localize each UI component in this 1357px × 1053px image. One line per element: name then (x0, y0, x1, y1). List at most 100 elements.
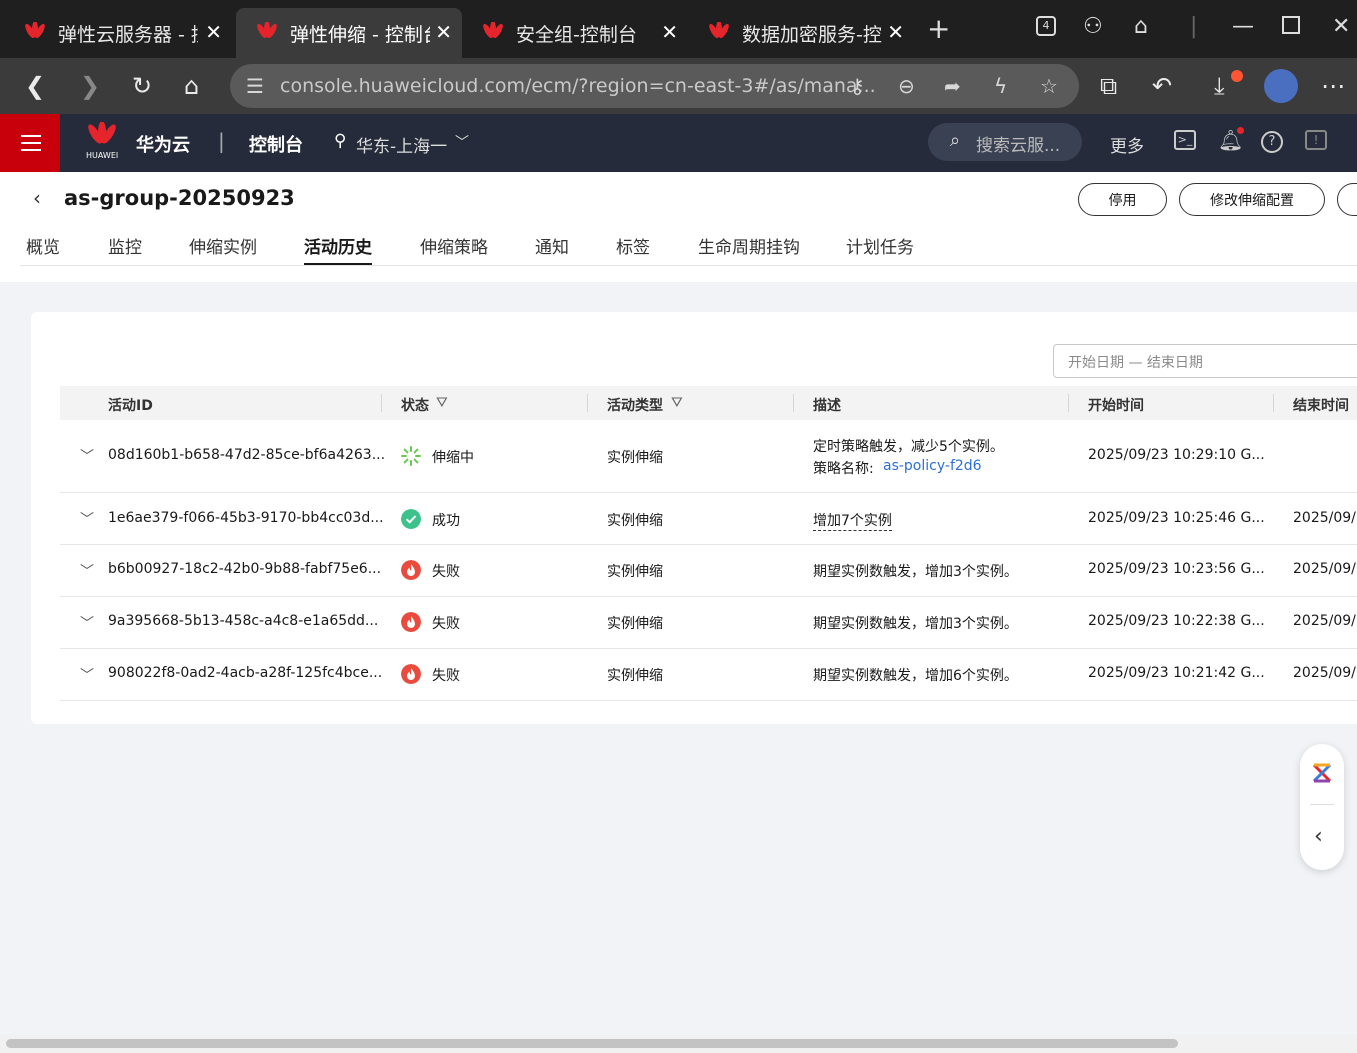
tab-monitor[interactable]: 监控 (108, 233, 142, 258)
favorite-star-icon[interactable]: ☆ (1040, 74, 1058, 98)
window-close-button[interactable]: ✕ (1332, 14, 1350, 39)
column-divider (793, 394, 794, 412)
url-field[interactable]: ☰ console.huaweicloud.com/ecm/?region=cn… (230, 64, 1079, 108)
policy-name-link[interactable]: as-policy-f2d6 (883, 458, 982, 474)
service-menu-button[interactable] (0, 114, 60, 172)
lightning-icon[interactable]: ϟ (994, 74, 1007, 98)
column-divider (381, 394, 382, 412)
reload-icon[interactable]: ↻ (132, 72, 152, 100)
start-time: 2025/09/23 10:22:38 G... (1088, 613, 1265, 629)
home-icon[interactable]: ⌂ (184, 72, 199, 100)
floating-assistant-panel: ‹ (1300, 744, 1344, 870)
start-time: 2025/09/23 10:23:56 G... (1088, 561, 1265, 577)
horizontal-scrollbar[interactable] (0, 1035, 1357, 1053)
status-text: 成功 (432, 513, 460, 529)
tab-tags[interactable]: 标签 (616, 233, 650, 258)
description[interactable]: 增加7个实例 (813, 510, 892, 531)
download-badge (1231, 70, 1243, 82)
help-icon[interactable]: ? (1261, 131, 1283, 153)
table-row[interactable]: ﹀ b6b00927-18c2-42b0-9b88-fabf75e6... 失败… (60, 545, 1357, 597)
maximize-button[interactable] (1282, 16, 1300, 34)
table-row[interactable]: ﹀ 08d160b1-b658-47d2-85ce-bf6a4263... 伸缩… (60, 420, 1357, 493)
scrollbar-thumb[interactable] (6, 1039, 1178, 1048)
modify-config-button[interactable]: 修改伸缩配置 (1179, 183, 1325, 216)
table-row[interactable]: ﹀ 908022f8-0ad2-4acb-a28f-125fc4bce... 失… (60, 649, 1357, 701)
tab-actions-button[interactable]: 4 (1036, 16, 1056, 36)
tab-lifecycle-hooks[interactable]: 生命周期挂钩 (698, 233, 800, 258)
console-search-input[interactable]: ⌕ 搜索云服... (928, 123, 1082, 161)
description: 期望实例数触发，增加6个实例。 (813, 668, 1018, 684)
column-header-description: 描述 (813, 398, 841, 414)
expand-chevron-icon[interactable]: ﹀ (80, 613, 94, 633)
filter-icon[interactable]: ⛛ (436, 395, 448, 411)
date-range-picker[interactable]: 开始日期 — 结束日期 (1053, 344, 1357, 378)
column-divider (1273, 394, 1274, 412)
key-icon[interactable]: ⚷ (850, 74, 865, 98)
more-actions-button[interactable] (1337, 183, 1357, 216)
tab-overview[interactable]: 概览 (26, 233, 60, 258)
collapse-chevron-icon[interactable]: ‹ (1314, 824, 1323, 849)
download-icon[interactable]: ⤓ (1214, 72, 1225, 100)
tab-activity-history[interactable]: 活动历史 (304, 233, 372, 258)
minimize-button[interactable]: — (1232, 14, 1254, 39)
back-icon[interactable]: ❮ (25, 72, 45, 100)
close-icon[interactable]: ✕ (887, 20, 904, 44)
tab-scheduled-tasks[interactable]: 计划任务 (846, 233, 914, 258)
cloud-shell-icon[interactable]: >_ (1174, 130, 1196, 150)
console-header: HUAWEI 华为云 | 控制台 ⚲ 华东-上海一 ﹀ ⌕ 搜索云服... 更多… (0, 114, 1357, 172)
assistant-logo-icon[interactable] (1311, 762, 1333, 784)
search-icon: ⌕ (950, 130, 961, 151)
puzzle-extensions-icon[interactable]: ⧉ (1100, 72, 1117, 100)
more-link[interactable]: 更多 (1110, 132, 1144, 157)
forward-icon[interactable]: ❯ (80, 72, 100, 100)
tab-policies[interactable]: 伸缩策略 (420, 233, 488, 258)
chevron-down-icon: ﹀ (455, 135, 469, 151)
expand-chevron-icon[interactable]: ﹀ (80, 446, 94, 466)
more-menu-icon[interactable]: ⋯ (1321, 72, 1345, 100)
new-tab-button[interactable]: + (927, 12, 950, 45)
search-placeholder: 搜索云服... (976, 136, 1061, 156)
expand-chevron-icon[interactable]: ﹀ (80, 561, 94, 581)
browser-tab-dew[interactable]: 数据加密服务-控制台 ✕ (688, 8, 914, 58)
close-icon[interactable]: ✕ (661, 20, 678, 44)
activity-type: 实例伸缩 (607, 616, 663, 632)
extensions-icon[interactable]: ⌂ (1134, 14, 1148, 39)
profile-avatar[interactable] (1264, 69, 1298, 103)
site-settings-icon[interactable]: ☰ (246, 74, 264, 98)
table-row[interactable]: ﹀ 1e6ae379-f066-45b3-9170-bb4cc03d... 成功… (60, 493, 1357, 545)
history-icon[interactable]: ↶ (1152, 72, 1172, 100)
browser-tab-as[interactable]: 弹性伸缩 - 控制台 ✕ (236, 8, 462, 58)
zoom-out-icon[interactable]: ⊖ (898, 74, 915, 98)
incognito-icon[interactable]: ⚇ (1083, 14, 1103, 39)
column-header-end-time: 结束时间 (1293, 398, 1349, 414)
disable-button[interactable]: 停用 (1078, 183, 1167, 216)
end-time: 2025/09/ (1293, 613, 1356, 629)
tab-notifications[interactable]: 通知 (535, 233, 569, 258)
console-home-link[interactable]: 控制台 (249, 131, 303, 157)
region-selector[interactable]: 华东-上海一 (356, 132, 447, 157)
browser-tab-security-group[interactable]: 安全组-控制台 ✕ (462, 8, 688, 58)
brand-name[interactable]: 华为云 (136, 131, 190, 157)
filter-icon[interactable]: ⛛ (671, 395, 683, 411)
activity-id: 1e6ae379-f066-45b3-9170-bb4cc03d... (108, 510, 384, 526)
feedback-icon[interactable]: ! (1305, 130, 1327, 150)
page-title: as-group-20250923 (64, 186, 295, 210)
start-time: 2025/09/23 10:29:10 G... (1088, 447, 1265, 463)
share-icon[interactable]: ➦ (944, 74, 961, 98)
close-icon[interactable]: ✕ (205, 20, 222, 44)
end-time: 2025/09/ (1293, 510, 1356, 526)
close-icon[interactable]: ✕ (435, 20, 452, 44)
status-text: 失败 (432, 564, 460, 580)
browser-tab-ecs[interactable]: 弹性云服务器 - 控制台 ✕ (4, 8, 232, 58)
expand-chevron-icon[interactable]: ﹀ (80, 665, 94, 685)
expand-chevron-icon[interactable]: ﹀ (80, 509, 94, 529)
start-time: 2025/09/23 10:25:46 G... (1088, 510, 1265, 526)
page-header: ‹ as-group-20250923 停用 修改伸缩配置 概览 监控 伸缩实例… (0, 172, 1357, 282)
table-row[interactable]: ﹀ 9a395668-5b13-458c-a4c8-e1a65dd... 失败 … (60, 597, 1357, 649)
tab-instances[interactable]: 伸缩实例 (189, 233, 257, 258)
fail-icon (401, 560, 421, 580)
divider: | (218, 129, 225, 153)
huawei-logo-icon (257, 22, 277, 39)
back-chevron-icon[interactable]: ‹ (33, 186, 41, 210)
status-text: 失败 (432, 616, 460, 632)
